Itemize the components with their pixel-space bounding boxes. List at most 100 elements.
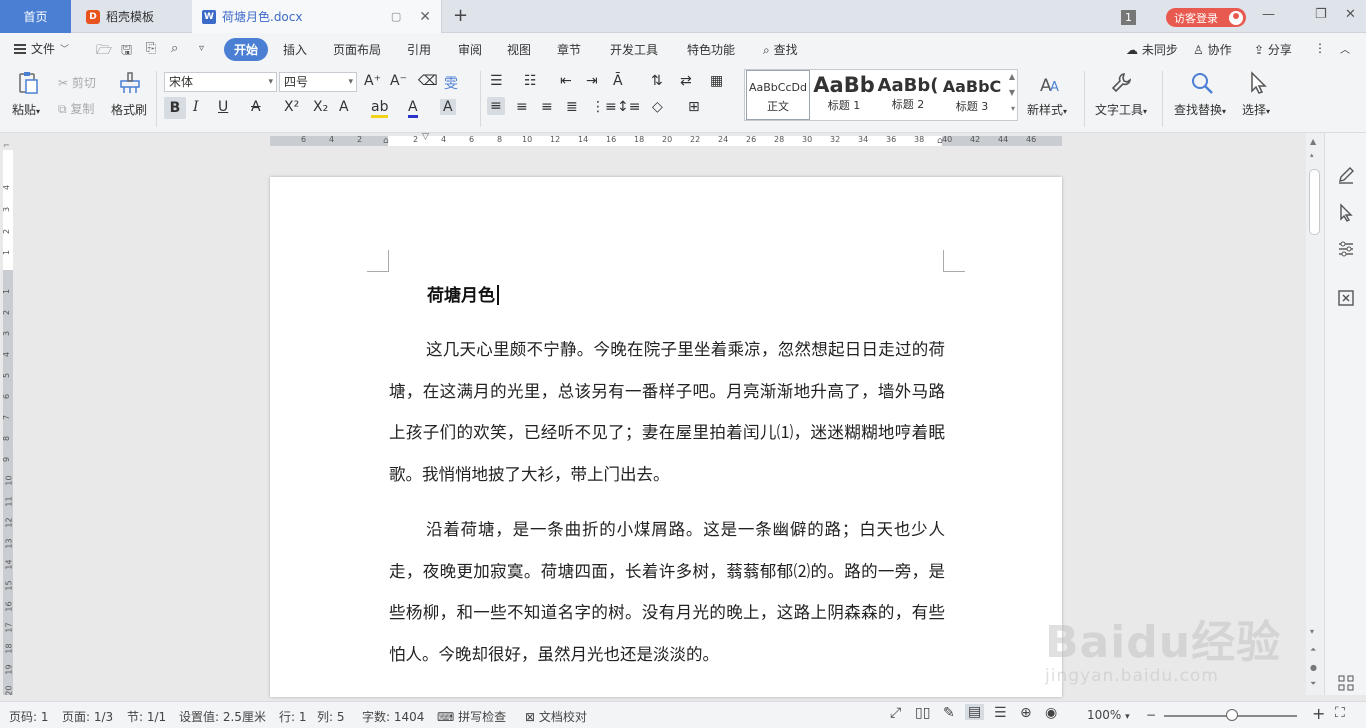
find-replace-button[interactable]: 查找替换▾ [1174,101,1226,118]
font-name-select[interactable]: 宋体 ▾ [164,72,277,92]
status-col[interactable]: 列: 5 [317,708,345,725]
scroll-up-arrow-icon[interactable]: ▲ [1310,137,1316,146]
status-page-number[interactable]: 页码: 1 [9,708,49,725]
login-button[interactable]: 访客登录 [1166,8,1246,27]
highlight-button[interactable]: ab [371,99,389,118]
share-button[interactable]: ⇪ 分享 [1254,41,1292,58]
collapse-ribbon-icon[interactable]: ︿ [1340,41,1350,56]
menu-chapter[interactable]: 章节 [557,41,581,58]
menu-developer[interactable]: 开发工具 [610,41,658,58]
line-spacing-icon[interactable]: ↕≡ [617,99,640,115]
zoom-in-button[interactable]: + [1312,704,1325,723]
close-panel-icon[interactable] [1336,288,1356,308]
more-icon[interactable]: ⋮ [1314,41,1326,55]
more-quick-icon[interactable]: ▿ [199,43,204,54]
sort-icon[interactable]: ⇅ [651,73,663,89]
first-line-indent-icon[interactable]: ▽ [422,132,429,142]
document-title[interactable]: 荷塘月色 [427,281,499,306]
paragraph-2[interactable]: 沿着荷塘，是一条曲折的小煤屑路。这是一条幽僻的路；白天也少人走，夜晚更加寂寞。荷… [389,509,945,675]
scroll-up-icon[interactable]: ▲ [1009,72,1015,81]
font-size-select[interactable]: 四号 ▾ [279,72,357,92]
web-view-icon[interactable]: ⊕ [1020,705,1032,721]
zoom-out-button[interactable]: − [1146,708,1156,722]
superscript-button[interactable]: X² [284,99,299,115]
chinese-layout-icon[interactable]: Ā [613,73,623,89]
format-painter-icon[interactable] [118,71,142,95]
status-pages[interactable]: 页面: 1/3 [62,708,113,725]
font-color-button[interactable]: A [408,99,418,118]
style-heading-2[interactable]: AaBb( 标题 2 [876,70,940,120]
page-view-icon[interactable]: ▤ [965,704,985,720]
paragraph-1[interactable]: 这几天心里颇不宁静。今晚在院子里坐着乘凉，忽然想起日日走过的荷塘，在这满月的光里… [389,329,945,495]
shading-icon[interactable]: ◇ [652,99,663,115]
char-shading-button[interactable]: A [440,99,456,115]
read-mode-icon[interactable]: ▯▯ [915,705,930,721]
menu-special[interactable]: 特色功能 [687,41,735,58]
eye-protect-icon[interactable]: ◉ [1045,705,1057,721]
settings-sliders-icon[interactable] [1336,239,1356,259]
new-style-button[interactable]: 新样式▾ [1027,101,1067,118]
vertical-ruler[interactable]: 4 3 2 1 1 2 3 4 5 6 7 8 9 10 11 12 13 14… [0,150,16,696]
menu-home[interactable]: 开始 [224,38,269,61]
underline-button[interactable]: U [218,99,228,115]
distribute-button[interactable]: ⋮≡ [591,99,617,115]
zoom-slider-thumb[interactable] [1226,709,1238,721]
proofread-button[interactable]: ⊠ 文档校对 [525,708,587,725]
close-tab-icon[interactable]: ✕ [419,9,431,25]
tab-template[interactable]: D 稻壳模板 [74,0,189,33]
write-mode-icon[interactable]: ✎ [943,705,955,721]
strikethrough-button[interactable]: A [251,99,261,115]
borders-icon[interactable]: ⊞ [688,99,700,115]
align-right-button[interactable]: ≡ [541,99,553,115]
bold-button[interactable]: B [164,97,186,119]
window-count-badge[interactable]: 1 [1121,10,1136,25]
grow-font-icon[interactable]: A⁺ [364,73,381,89]
style-heading-1[interactable]: AaBb 标题 1 [812,70,876,120]
status-word-count[interactable]: 字数: 1404 [362,708,424,725]
italic-button[interactable]: I [193,99,199,115]
tab-home[interactable]: 首页 [0,0,71,33]
horizontal-ruler[interactable]: ⌐ ⌂ ▽ ⌂ 6 4 2 2 4 6 8 10 12 14 16 18 20 … [0,132,1310,150]
output-icon[interactable]: ⎘ [146,41,156,56]
close-window-icon[interactable]: ✕ [1345,7,1356,22]
subscript-button[interactable]: X₂ [313,99,328,115]
fit-page-icon[interactable]: ⛶ [1335,705,1345,721]
print-preview-icon[interactable]: ⌕ [171,41,178,56]
table-grid-icon[interactable]: ▦ [710,73,723,89]
status-setting[interactable]: 设置值: 2.5厘米 [179,708,266,725]
pointer-icon[interactable] [1336,203,1356,223]
decrease-indent-icon[interactable]: ⇤ [560,73,572,89]
shrink-font-icon[interactable]: A⁻ [390,73,407,89]
expand-gallery-icon[interactable]: ▾ [1011,104,1015,113]
window-float-icon[interactable]: ▢ [391,10,401,23]
phonetic-icon[interactable]: 雯 [444,73,458,93]
menu-search[interactable]: ⌕ 查找 [763,41,798,58]
minimize-icon[interactable]: — [1262,7,1275,22]
style-normal[interactable]: AaBbCcDd 正文 [746,70,810,120]
status-row[interactable]: 行: 1 [279,708,307,725]
find-replace-icon[interactable] [1190,71,1214,95]
menu-layout[interactable]: 页面布局 [333,41,381,58]
style-heading-3[interactable]: AaBbC 标题 3 [940,70,1004,120]
save-icon[interactable]: 🖫 [121,41,132,63]
document-page[interactable]: 荷塘月色 这几天心里颇不宁静。今晚在院子里坐着乘凉，忽然想起日日走过的荷塘，在这… [270,177,1062,697]
wrench-icon[interactable] [1110,71,1134,95]
scroll-up-arrow-icon[interactable]: ▴ [1310,151,1314,159]
paste-icon[interactable] [16,71,40,95]
pen-edit-icon[interactable] [1336,165,1356,185]
menu-review[interactable]: 审阅 [458,41,482,58]
paste-button[interactable]: 粘贴▾ [12,101,40,118]
spell-check-button[interactable]: ⌨ 拼写检查 [437,708,506,725]
align-left-button[interactable]: ≡ [487,97,505,115]
new-tab-button[interactable]: + [453,5,468,26]
scroll-down-icon[interactable]: ▼ [1009,88,1015,97]
align-center-button[interactable]: ≡ [516,99,528,115]
numbered-list-icon[interactable]: ☷ [524,73,537,89]
menu-insert[interactable]: 插入 [283,41,307,58]
cut-button[interactable]: ✂ 剪切 [58,74,96,91]
scrollbar-thumb[interactable] [1309,169,1320,235]
zoom-level[interactable]: 100% ▾ [1087,708,1130,722]
text-tools-button[interactable]: 文字工具▾ [1095,101,1147,118]
fullscreen-icon[interactable]: ⤢ [890,705,901,721]
tab-document[interactable]: W 荷塘月色.docx ▢ ✕ [192,0,442,33]
